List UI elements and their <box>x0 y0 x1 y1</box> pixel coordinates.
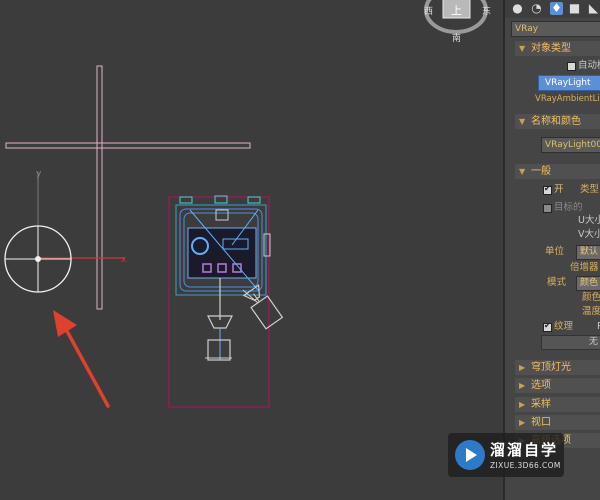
expand-icon: ▶ <box>519 363 526 372</box>
rollout-general[interactable]: ▼ 一般 <box>515 164 600 179</box>
color-label: 颜色 <box>582 292 600 303</box>
viewcube-face-label: 上 <box>451 4 462 17</box>
u-size-label: U大小 <box>578 215 600 226</box>
rollout-viewport[interactable]: ▶ 视口 <box>515 415 600 430</box>
type-label: 类型 <box>580 184 600 195</box>
rollout-sampling-label: 采样 <box>531 399 551 410</box>
top-viewport[interactable]: y x 上 西 东 南 <box>0 0 503 500</box>
rollout-general-label: 一般 <box>531 166 551 177</box>
axis-y-label: y <box>36 169 42 179</box>
shapes-icon[interactable]: ◔ <box>530 2 543 15</box>
expand-icon: ▶ <box>519 418 526 427</box>
rollout-object-type-label: 对象类型 <box>531 43 571 54</box>
rollout-options-label: 选项 <box>531 380 551 391</box>
rollout-options[interactable]: ▶ 选项 <box>515 378 600 393</box>
viewcube-compass-east: 东 <box>482 5 491 17</box>
on-label: 开 <box>554 184 564 195</box>
expand-icon: ▶ <box>519 381 526 390</box>
helpers-icon[interactable]: ◣ <box>587 2 600 15</box>
mode-label: 模式 <box>547 277 567 288</box>
on-checkbox[interactable] <box>543 184 552 195</box>
targeted-label: 目标的 <box>554 202 583 213</box>
expand-icon: ▶ <box>519 400 526 409</box>
create-category-toolbar: ● ◔ ♦ ■ ◣ <box>505 0 600 18</box>
rollout-dome-light-label: 穹顶灯光 <box>531 362 571 373</box>
annotation-arrow <box>53 310 110 408</box>
cameras-icon[interactable]: ■ <box>568 2 581 15</box>
collapse-icon: ▼ <box>519 117 526 126</box>
autogrid-label: 自动栅格 <box>578 60 600 71</box>
watermark-badge: 溜溜自学 ZIXUE.3D66.COM <box>448 433 564 477</box>
watermark-subtitle: ZIXUE.3D66.COM <box>490 461 561 470</box>
rollout-sampling[interactable]: ▶ 采样 <box>515 397 600 412</box>
watermark-title: 溜溜自学 <box>490 441 559 459</box>
vraylight-button[interactable]: VRayLight <box>538 75 600 91</box>
texture-checkbox[interactable] <box>543 321 552 332</box>
targeted-checkbox[interactable] <box>543 204 552 213</box>
viewcube-compass-west: 西 <box>424 6 433 17</box>
lamp-model[interactable] <box>168 195 284 408</box>
lights-icon[interactable]: ♦ <box>550 2 563 15</box>
multiplier-label: 倍增器 <box>570 262 599 273</box>
viewcube-compass-south: 南 <box>452 32 461 44</box>
category-dropdown[interactable]: VRay <box>511 21 600 37</box>
collapse-icon: ▼ <box>519 44 526 53</box>
rollout-dome-light[interactable]: ▶ 穹顶灯光 <box>515 360 600 375</box>
v-size-label: V大小 <box>578 229 600 240</box>
command-panel: ● ◔ ♦ ■ ◣ VRay ▼ 对象类型 自动栅格 VRayLight VRay… <box>503 0 600 500</box>
rollout-name-color[interactable]: ▼ 名称和颜色 <box>515 114 600 129</box>
axis-x-label: x <box>121 255 127 265</box>
units-label: 单位 <box>545 246 565 257</box>
rollout-viewport-label: 视口 <box>531 417 551 428</box>
play-logo-icon <box>455 440 485 470</box>
texture-slot-button[interactable]: 无 <box>541 335 600 350</box>
texture-label: 纹理 <box>554 321 574 332</box>
autogrid-checkbox[interactable] <box>567 62 576 71</box>
units-dropdown[interactable]: 默认 <box>576 245 600 260</box>
mode-dropdown[interactable]: 颜色 <box>576 276 600 291</box>
world-axis-gizmo: y x <box>4 169 127 293</box>
collapse-icon: ▼ <box>519 167 526 176</box>
rollout-name-color-label: 名称和颜色 <box>531 116 581 127</box>
object-name-field[interactable]: VRayLight001 <box>541 137 600 153</box>
viewcube[interactable]: 上 西 东 南 <box>424 0 491 44</box>
rollout-object-type[interactable]: ▼ 对象类型 <box>515 41 600 56</box>
vrayambientlight-button[interactable]: VRayAmbientLight <box>535 93 600 106</box>
viewport-canvas[interactable]: y x 上 西 东 南 <box>0 0 503 500</box>
geometry-icon[interactable]: ● <box>511 2 524 15</box>
temperature-label: 温度 <box>582 306 600 317</box>
